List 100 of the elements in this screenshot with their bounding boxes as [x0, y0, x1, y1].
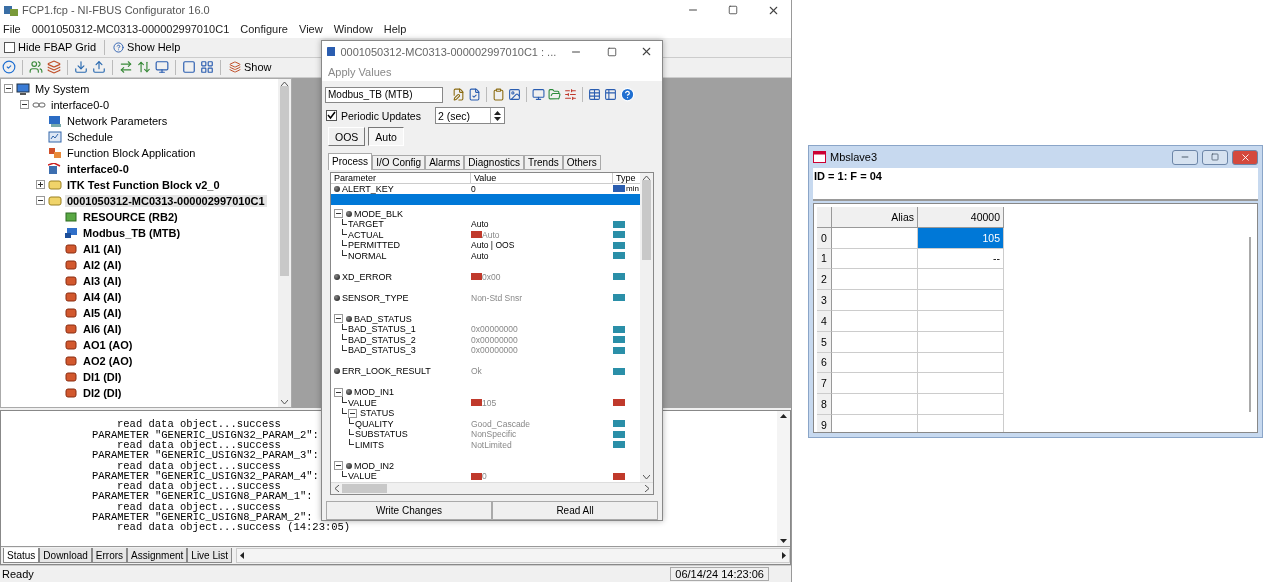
mode-button[interactable]: Auto [368, 127, 404, 147]
image-icon[interactable] [508, 88, 521, 102]
table-row[interactable]: BAD_STATUS_3 0x00000000 [331, 345, 640, 356]
tree-item[interactable]: AI1 (AI) [81, 242, 124, 255]
table-cell[interactable]: 105 [918, 227, 1004, 249]
table-icon[interactable] [604, 88, 617, 102]
scroll-down-icon[interactable] [780, 539, 787, 545]
tree-item[interactable]: interface0-0 [49, 98, 112, 111]
edit-icon[interactable] [452, 88, 465, 102]
tree-item[interactable]: AO2 (AO) [81, 354, 135, 367]
scrollbar[interactable] [331, 482, 653, 494]
show-help-button[interactable]: Show Help [111, 38, 183, 57]
minimize-button[interactable] [1172, 149, 1198, 165]
table-cell[interactable] [918, 373, 1004, 395]
table-row[interactable]: SENSOR_TYPE Non-Std Snsr [331, 292, 640, 304]
tab[interactable]: Errors [91, 548, 128, 564]
file-check-icon[interactable] [468, 88, 481, 102]
tab[interactable]: Download [39, 548, 92, 564]
scroll-down-icon[interactable] [493, 117, 501, 123]
tab[interactable]: I/O Config [372, 154, 426, 170]
tab[interactable]: Others [562, 154, 601, 170]
menu-item[interactable]: Help [383, 23, 407, 35]
close-button[interactable] [1232, 149, 1258, 165]
tree-item[interactable]: AI4 (AI) [81, 290, 124, 303]
users-icon[interactable] [29, 60, 43, 75]
checkbox[interactable] [4, 41, 15, 53]
table-cell[interactable] [832, 248, 918, 270]
table-row[interactable]: XD_ERROR 0x00 [331, 271, 640, 283]
tree-item[interactable]: DI1 (DI) [81, 370, 124, 383]
table-cell[interactable] [832, 331, 918, 353]
grid-icon[interactable] [200, 60, 214, 75]
scroll-left-icon[interactable] [239, 552, 244, 560]
scroll-up-icon[interactable] [493, 109, 501, 115]
table-row[interactable]: PERMITTED Auto | OOS [331, 240, 640, 251]
tree-item[interactable]: AI6 (AI) [81, 322, 124, 335]
show-button[interactable]: Show [227, 58, 274, 77]
table-row[interactable]: ERR_LOOK_RESULT Ok [331, 366, 640, 377]
menu-item[interactable]: Window [333, 23, 373, 35]
checkbox[interactable] [326, 110, 337, 122]
table-cell[interactable] [832, 394, 918, 415]
collapse-icon[interactable] [334, 461, 343, 471]
tree-item[interactable]: Modbus_TB (MTB) [81, 226, 183, 239]
table-row[interactable]: BAD_STATUS [331, 313, 640, 325]
table-row[interactable]: NORMAL Auto [331, 250, 640, 262]
scroll-thumb[interactable] [342, 484, 387, 493]
scroll-thumb[interactable] [280, 85, 289, 276]
collapse-icon[interactable] [334, 314, 343, 324]
tree-item[interactable]: 0001050312-MC0313-000002997010C1 [65, 194, 267, 207]
scroll-right-icon[interactable] [782, 552, 787, 560]
tab[interactable]: Diagnostics [464, 154, 524, 170]
table-row[interactable]: ACTUAL Auto [331, 229, 640, 241]
collapse-icon[interactable] [348, 408, 357, 418]
square-icon[interactable] [182, 60, 196, 75]
table-cell[interactable] [918, 331, 1004, 353]
clipboard-icon[interactable] [492, 88, 505, 102]
tree-item[interactable]: Network Parameters [65, 114, 170, 127]
menu-item[interactable]: 0001050312-MC0313-000002997010C1 [31, 23, 230, 35]
collapse-icon[interactable] [334, 209, 343, 219]
tab[interactable]: Alarms [425, 154, 465, 170]
table-cell[interactable] [832, 311, 918, 332]
table-cell[interactable]: -- [918, 248, 1004, 270]
collapse-icon[interactable] [4, 84, 13, 94]
tree-item[interactable]: AI3 (AI) [81, 274, 124, 287]
table-cell[interactable] [918, 352, 1004, 374]
tree-item[interactable]: AI5 (AI) [81, 306, 124, 319]
tree-item[interactable]: RESOURCE (RB2) [81, 210, 180, 223]
mode-button[interactable]: OOS [328, 127, 366, 147]
check-icon[interactable] [2, 60, 16, 75]
scrollbar[interactable] [278, 78, 291, 408]
monitor-icon[interactable] [532, 88, 545, 102]
tree-item[interactable]: ITK Test Function Block v2_0 [65, 178, 222, 191]
table-row[interactable]: VALUE 105 [331, 397, 640, 409]
block-field[interactable]: Modbus_TB (MTB) [325, 86, 443, 103]
table-row[interactable]: BAD_STATUS_1 0x00000000 [331, 324, 640, 335]
scroll-up-icon[interactable] [780, 413, 787, 419]
table-row[interactable]: VALUE 0 [331, 471, 640, 482]
tree-item[interactable]: AO1 (AO) [81, 338, 135, 351]
interval-spinner[interactable]: 2 (sec) [434, 107, 505, 125]
tree-item[interactable]: DI2 (DI) [81, 386, 124, 399]
maximize-button[interactable] [1202, 149, 1228, 165]
table-row[interactable]: MOD_IN1 [331, 387, 640, 398]
table-row[interactable]: TARGET Auto [331, 219, 640, 230]
arrows-icon[interactable] [137, 60, 151, 75]
collapse-icon[interactable] [20, 100, 29, 110]
tree-item[interactable]: My System [33, 82, 92, 95]
monitor-icon[interactable] [155, 60, 169, 75]
scrollbar[interactable] [1249, 237, 1251, 412]
sliders-icon[interactable] [564, 88, 577, 102]
action-button[interactable]: Write Changes [326, 501, 492, 520]
tab[interactable]: Process [328, 152, 373, 170]
collapse-icon[interactable] [36, 196, 45, 206]
table-cell[interactable] [832, 227, 918, 249]
collapse-icon[interactable] [334, 387, 343, 397]
table-cell[interactable] [918, 290, 1004, 311]
tree-item[interactable]: interface0-0 [65, 162, 131, 175]
scrollbar[interactable] [236, 548, 790, 564]
scrollbar[interactable] [777, 411, 790, 547]
table-icon[interactable] [588, 88, 601, 102]
tree-item[interactable]: Schedule [65, 130, 115, 143]
tree-item[interactable]: AI2 (AI) [81, 258, 124, 271]
